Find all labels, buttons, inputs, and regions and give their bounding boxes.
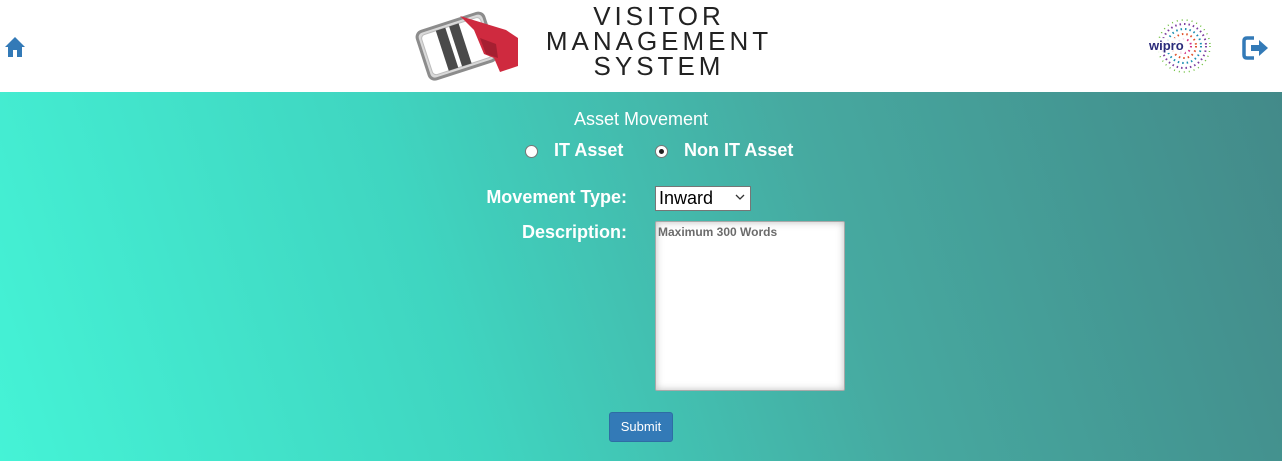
radio-non-it-asset-button[interactable]: [655, 145, 668, 158]
submit-button[interactable]: Submit: [609, 412, 673, 442]
wipro-text: wipro: [1148, 38, 1185, 53]
description-textarea[interactable]: Maximum 300 Words: [655, 221, 845, 391]
card-hand-logo-icon: [415, 11, 518, 81]
visitor-management-logo: VISITOR MANAGEMENT SYSTEM: [414, 3, 784, 84]
description-label: Description:: [521, 222, 627, 242]
logo-line-system: SYSTEM: [593, 51, 725, 81]
logout-icon: [1242, 36, 1268, 60]
logo-text: VISITOR MANAGEMENT SYSTEM: [534, 3, 784, 81]
wipro-logo: wipro: [1144, 18, 1214, 74]
logout-button[interactable]: [1242, 35, 1269, 61]
movement-type-select[interactable]: Inward: [655, 186, 751, 211]
header-bar: VISITOR MANAGEMENT SYSTEM wipro: [0, 0, 1282, 92]
asset-movement-panel: Asset Movement IT Asset Non IT Asset Mov…: [0, 92, 1282, 461]
home-button[interactable]: [4, 36, 26, 58]
chevron-down-icon: [735, 194, 745, 200]
page-title: Asset Movement: [573, 109, 709, 129]
home-icon: [5, 37, 25, 57]
description-placeholder: Maximum 300 Words: [658, 225, 778, 239]
movement-type-value: Inward: [659, 188, 714, 208]
movement-type-label: Movement Type:: [486, 187, 627, 207]
radio-it-asset-label[interactable]: IT Asset: [554, 140, 623, 161]
radio-it-asset-button[interactable]: [525, 145, 538, 158]
radio-non-it-asset-label[interactable]: Non IT Asset: [684, 140, 793, 161]
